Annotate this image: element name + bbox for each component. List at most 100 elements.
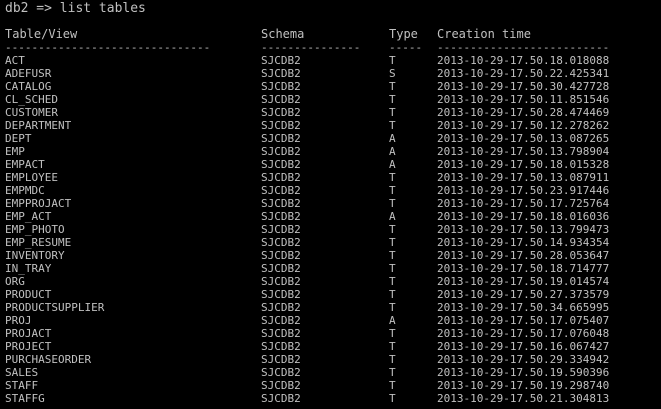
cell-schema: SJCDB2 bbox=[261, 392, 301, 405]
cell-type: T bbox=[389, 197, 396, 210]
cell-type: T bbox=[389, 223, 396, 236]
cell-schema: SJCDB2 bbox=[261, 145, 301, 158]
cell-type: S bbox=[389, 67, 396, 80]
cell-creation-time: 2013-10-29-17.50.19.590396 bbox=[437, 366, 610, 379]
cell-type: T bbox=[389, 184, 396, 197]
cell-table-name: CATALOG bbox=[5, 80, 52, 93]
cell-schema: SJCDB2 bbox=[261, 106, 301, 119]
cell-schema: SJCDB2 bbox=[261, 366, 301, 379]
cell-creation-time: 2013-10-29-17.50.13.798904 bbox=[437, 145, 610, 158]
cell-schema: SJCDB2 bbox=[261, 132, 301, 145]
cell-creation-time: 2013-10-29-17.50.17.076048 bbox=[437, 327, 610, 340]
separator-type: ----- bbox=[389, 41, 423, 54]
cell-creation-time: 2013-10-29-17.50.13.799473 bbox=[437, 223, 610, 236]
cell-type: T bbox=[389, 106, 396, 119]
cell-schema: SJCDB2 bbox=[261, 171, 301, 184]
cell-table-name: PROJECT bbox=[5, 340, 52, 353]
cell-type: T bbox=[389, 236, 396, 249]
cell-creation-time: 2013-10-29-17.50.34.665995 bbox=[437, 301, 610, 314]
cell-schema: SJCDB2 bbox=[261, 80, 301, 93]
cell-schema: SJCDB2 bbox=[261, 353, 301, 366]
cell-table-name: CUSTOMER bbox=[5, 106, 58, 119]
cell-creation-time: 2013-10-29-17.50.28.053647 bbox=[437, 249, 610, 262]
cell-schema: SJCDB2 bbox=[261, 314, 301, 327]
cell-creation-time: 2013-10-29-17.50.16.067427 bbox=[437, 340, 610, 353]
cell-table-name: PROJ bbox=[5, 314, 32, 327]
cell-schema: SJCDB2 bbox=[261, 223, 301, 236]
cell-table-name: SALES bbox=[5, 366, 39, 379]
cell-creation-time: 2013-10-29-17.50.11.851546 bbox=[437, 93, 610, 106]
cell-type: T bbox=[389, 327, 396, 340]
cell-type: A bbox=[389, 210, 396, 223]
cell-creation-time: 2013-10-29-17.50.21.304813 bbox=[437, 392, 610, 405]
cell-table-name: EMP_ACT bbox=[5, 210, 52, 223]
header-creation-time: Creation time bbox=[437, 27, 531, 41]
cell-table-name: STAFF bbox=[5, 379, 39, 392]
cell-table-name: INVENTORY bbox=[5, 249, 65, 262]
cell-schema: SJCDB2 bbox=[261, 54, 301, 67]
cell-creation-time: 2013-10-29-17.50.18.016036 bbox=[437, 210, 610, 223]
cell-type: T bbox=[389, 366, 396, 379]
cell-creation-time: 2013-10-29-17.50.14.934354 bbox=[437, 236, 610, 249]
cell-type: T bbox=[389, 119, 396, 132]
cell-schema: SJCDB2 bbox=[261, 236, 301, 249]
cell-table-name: EMPLOYEE bbox=[5, 171, 58, 184]
terminal-window[interactable]: db2 => list tables Table/View Schema Typ… bbox=[5, 0, 661, 409]
cell-creation-time: 2013-10-29-17.50.18.015328 bbox=[437, 158, 610, 171]
cell-type: A bbox=[389, 132, 396, 145]
cell-table-name: PURCHASEORDER bbox=[5, 353, 92, 366]
cell-table-name: STAFFG bbox=[5, 392, 45, 405]
cell-creation-time: 2013-10-29-17.50.18.018088 bbox=[437, 54, 610, 67]
header-type: Type bbox=[389, 27, 418, 41]
cell-table-name: EMP_PHOTO bbox=[5, 223, 65, 236]
cell-schema: SJCDB2 bbox=[261, 327, 301, 340]
command-prompt: db2 => list tables bbox=[5, 1, 146, 16]
header-table-view: Table/View bbox=[5, 27, 78, 41]
cell-type: T bbox=[389, 353, 396, 366]
cell-type: T bbox=[389, 301, 396, 314]
cell-table-name: EMP_RESUME bbox=[5, 236, 72, 249]
cell-schema: SJCDB2 bbox=[261, 93, 301, 106]
separator-row: ------------------------------- --------… bbox=[5, 41, 609, 54]
cell-type: T bbox=[389, 275, 396, 288]
header-schema: Schema bbox=[261, 27, 305, 41]
cell-creation-time: 2013-10-29-17.50.17.725764 bbox=[437, 197, 610, 210]
column-header-row: Table/View Schema Type Creation time bbox=[5, 28, 531, 41]
cell-creation-time: 2013-10-29-17.50.22.425341 bbox=[437, 67, 610, 80]
cell-table-name: DEPARTMENT bbox=[5, 119, 72, 132]
cell-creation-time: 2013-10-29-17.50.28.474469 bbox=[437, 106, 610, 119]
cell-type: T bbox=[389, 54, 396, 67]
separator-schema: --------------- bbox=[261, 41, 361, 54]
cell-type: T bbox=[389, 392, 396, 405]
cell-type: T bbox=[389, 340, 396, 353]
cell-table-name: CL_SCHED bbox=[5, 93, 58, 106]
cell-schema: SJCDB2 bbox=[261, 249, 301, 262]
cell-type: T bbox=[389, 262, 396, 275]
cell-type: T bbox=[389, 171, 396, 184]
cell-schema: SJCDB2 bbox=[261, 158, 301, 171]
cell-table-name: EMP bbox=[5, 145, 25, 158]
cell-creation-time: 2013-10-29-17.50.19.014574 bbox=[437, 275, 610, 288]
cell-table-name: EMPMDC bbox=[5, 184, 45, 197]
cell-type: A bbox=[389, 145, 396, 158]
cell-table-name: PROJACT bbox=[5, 327, 52, 340]
cell-table-name: ORG bbox=[5, 275, 25, 288]
cell-type: A bbox=[389, 314, 396, 327]
cell-creation-time: 2013-10-29-17.50.23.917446 bbox=[437, 184, 610, 197]
cell-creation-time: 2013-10-29-17.50.12.278262 bbox=[437, 119, 610, 132]
cell-creation-time: 2013-10-29-17.50.27.373579 bbox=[437, 288, 610, 301]
cell-schema: SJCDB2 bbox=[261, 275, 301, 288]
cell-table-name: PRODUCT bbox=[5, 288, 52, 301]
cell-schema: SJCDB2 bbox=[261, 340, 301, 353]
separator-creation-time: -------------------------- bbox=[437, 41, 610, 54]
cell-creation-time: 2013-10-29-17.50.29.334942 bbox=[437, 353, 610, 366]
cell-table-name: DEPT bbox=[5, 132, 32, 145]
cell-table-name: PRODUCTSUPPLIER bbox=[5, 301, 105, 314]
cell-schema: SJCDB2 bbox=[261, 379, 301, 392]
cell-creation-time: 2013-10-29-17.50.19.298740 bbox=[437, 379, 610, 392]
cell-creation-time: 2013-10-29-17.50.13.087265 bbox=[437, 132, 610, 145]
cell-type: T bbox=[389, 249, 396, 262]
cell-schema: SJCDB2 bbox=[261, 288, 301, 301]
cell-table-name: IN_TRAY bbox=[5, 262, 52, 275]
cell-type: T bbox=[389, 379, 396, 392]
